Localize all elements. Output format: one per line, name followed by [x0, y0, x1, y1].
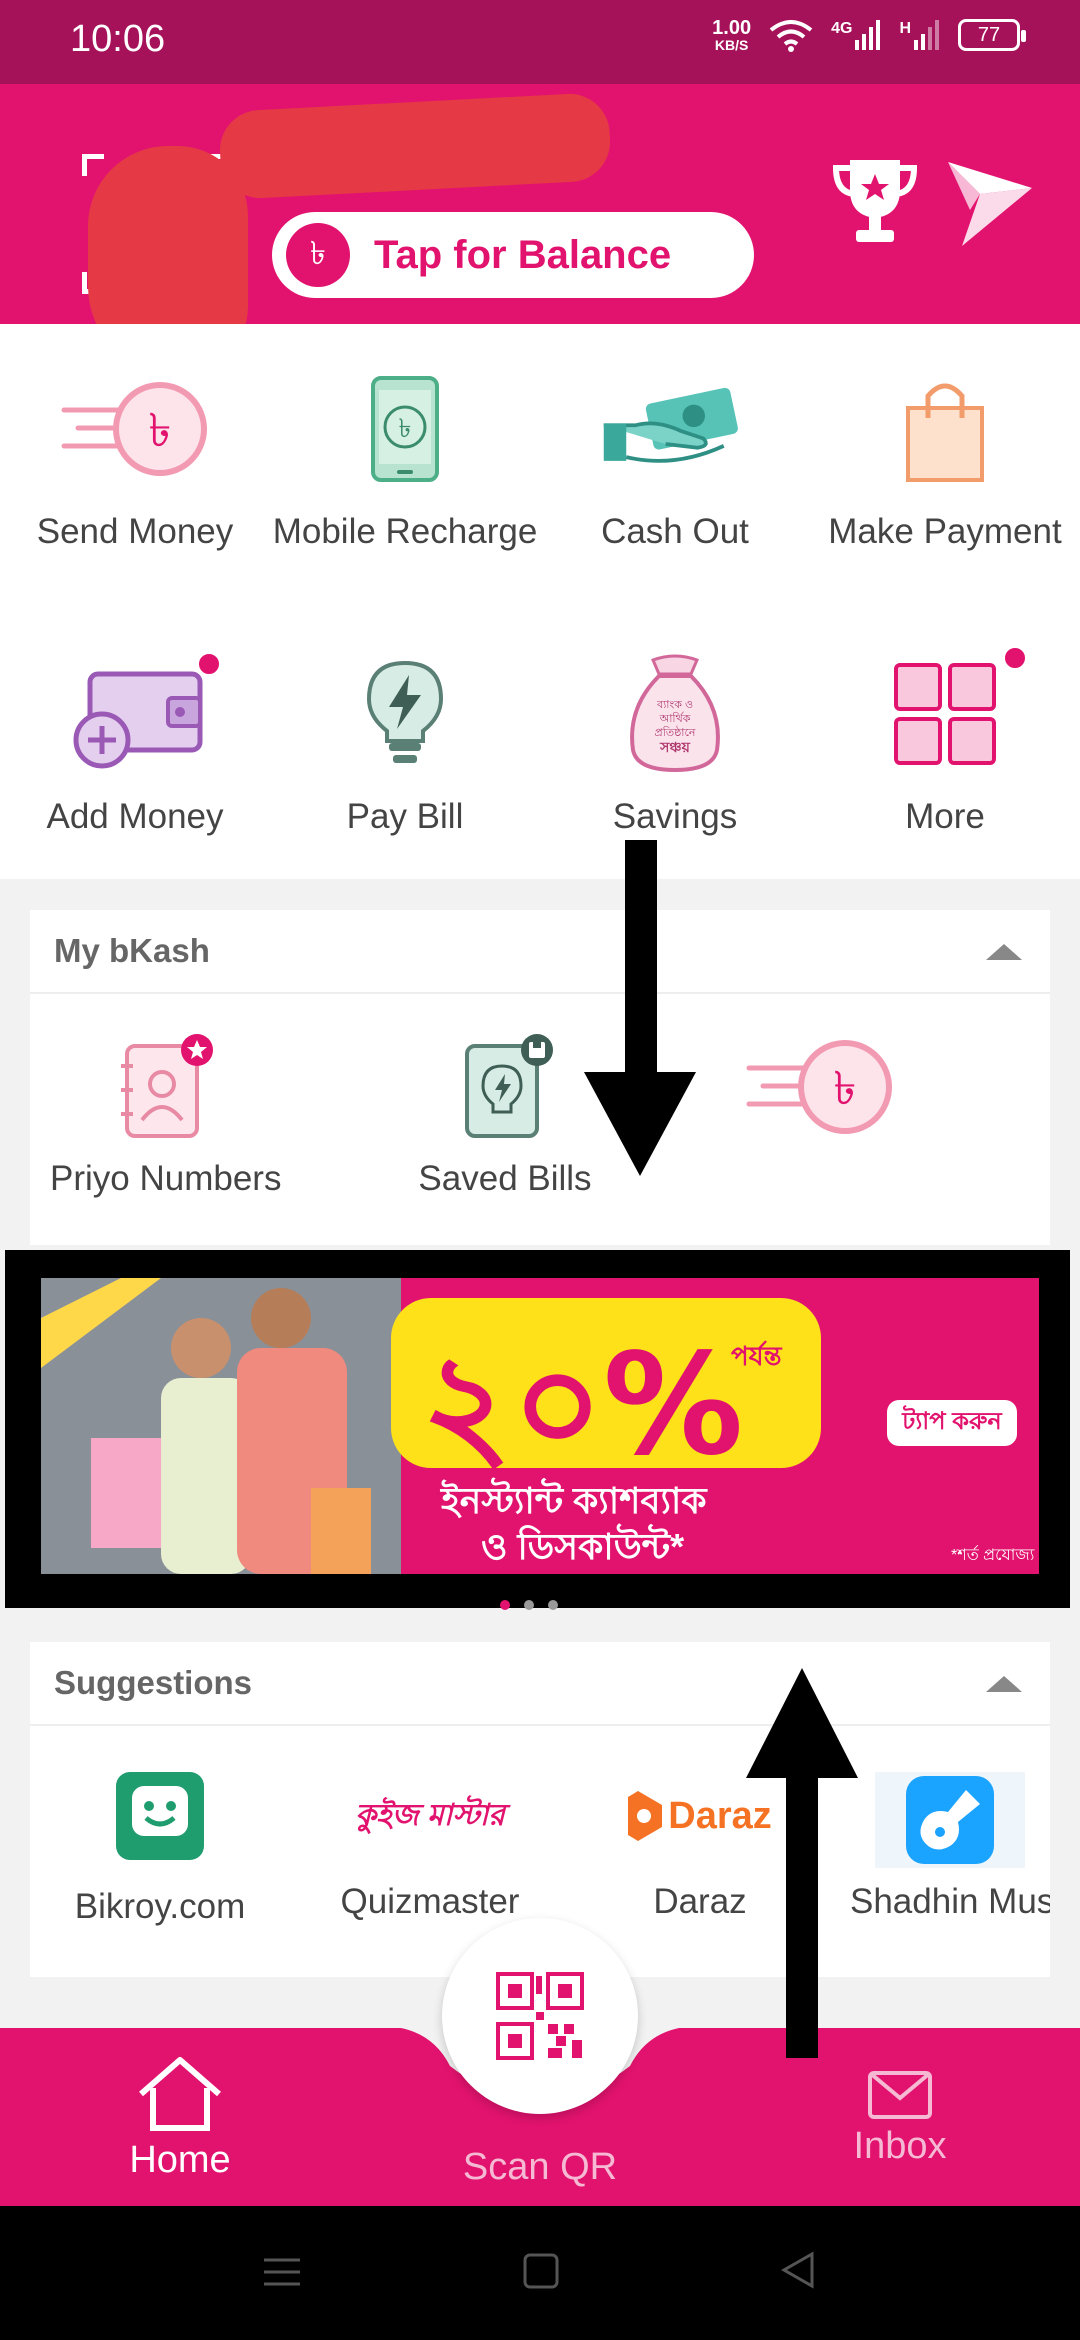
pay-bill-button[interactable]: Pay Bill	[270, 649, 540, 837]
svg-text:ব্যাংক ও: ব্যাংক ও	[656, 699, 693, 711]
my-bkash-header[interactable]: My bKash	[30, 910, 1050, 994]
status-icons: 1.00 KB/S 4G H 77	[712, 17, 1026, 53]
status-bar: 10:06 1.00 KB/S 4G H 77	[0, 0, 1080, 84]
svg-text:প্রতিষ্ঠানে: প্রতিষ্ঠানে	[655, 726, 696, 739]
redaction-mark-name	[217, 91, 613, 201]
wifi-icon	[769, 20, 813, 52]
tap-for-balance-button[interactable]: ৳ Tap for Balance	[272, 212, 754, 298]
pager-dot	[548, 1600, 558, 1610]
bkash-bird-icon[interactable]	[940, 150, 1040, 250]
app-header: ৳ Tap for Balance	[0, 84, 1080, 376]
notification-dot	[1002, 645, 1028, 671]
send-money-icon: ৳	[61, 382, 207, 476]
make-payment-button[interactable]: Make Payment	[810, 364, 1080, 552]
savings-bag-icon: ব্যাংক ও আর্থিক প্রতিষ্ঠানে সঞ্চয়	[630, 654, 720, 773]
network-speed: 1.00 KB/S	[712, 17, 752, 53]
bulb-icon	[366, 660, 444, 763]
collapse-caret-icon[interactable]	[986, 944, 1022, 960]
banner-line2: ও ডিসকাউন্ট*	[481, 1526, 685, 1567]
scan-qr-label: Scan QR	[462, 2146, 618, 2188]
shopping-bag-icon	[906, 383, 984, 482]
promo-banner[interactable]: ২০% পর্যন্ত ইনস্ট্যান্ট ক্যাশব্যাক ও ডিস…	[41, 1278, 1039, 1574]
contact-star-icon	[121, 1034, 213, 1138]
grid-icon	[894, 663, 996, 765]
send-money-shortcut[interactable]: ৳	[720, 1032, 920, 1159]
saved-bill-icon	[465, 1034, 553, 1138]
notification-dot	[196, 651, 222, 677]
savings-button[interactable]: ব্যাংক ও আর্থিক প্রতিষ্ঠানে সঞ্চয় Savin…	[540, 649, 810, 837]
collapse-caret-icon[interactable]	[986, 1676, 1022, 1692]
mail-icon	[868, 2071, 932, 2119]
suggestion-quizmaster[interactable]: কুইজ মাস্টার Quizmaster	[320, 1772, 540, 1922]
trophy-icon[interactable]	[830, 150, 920, 250]
arrow-down-icon	[584, 840, 696, 1176]
shoppers-illustration	[41, 1278, 401, 1574]
svg-text:আর্থিক: আর্থিক	[659, 712, 691, 725]
signal-h: H	[899, 20, 940, 50]
signal-bars-icon	[855, 20, 881, 50]
more-button[interactable]: More	[810, 645, 1080, 837]
quick-actions-grid: ৳ Send Money ৳ Mobile Recharge Cash Out …	[0, 324, 1080, 879]
banner-tap-button[interactable]: ট্যাপ করুন	[887, 1400, 1017, 1446]
signal-4g: 4G	[831, 20, 881, 50]
system-navigation-bar	[0, 2206, 1080, 2340]
balance-label: Tap for Balance	[374, 232, 672, 277]
svg-text:সঞ্চয়: সঞ্চয়	[659, 739, 690, 755]
add-money-button[interactable]: Add Money	[0, 649, 270, 837]
send-money-button[interactable]: ৳ Send Money	[0, 364, 270, 552]
quizmaster-logo: কুইজ মাস্টার	[355, 1798, 505, 1832]
svg-text:৳: ৳	[834, 1061, 857, 1115]
qr-code-icon	[496, 1972, 584, 2060]
suggestions-header[interactable]: Suggestions	[30, 1642, 1050, 1726]
pager-dot	[524, 1600, 534, 1610]
nav-home[interactable]: Home	[100, 2054, 260, 2182]
guitar-icon	[906, 1776, 994, 1864]
banner-photo	[41, 1278, 401, 1574]
send-money-icon: ৳	[746, 1040, 892, 1134]
wallet-add-icon	[73, 671, 203, 769]
bikroy-icon	[116, 1772, 204, 1860]
battery-indicator: 77	[958, 19, 1026, 51]
suggestion-shadhin[interactable]: Shadhin Music	[850, 1772, 1050, 1922]
back-triangle-icon[interactable]	[778, 2250, 818, 2290]
daraz-mark-icon	[628, 1791, 663, 1841]
clock: 10:06	[70, 18, 166, 60]
menu-icon[interactable]	[262, 2252, 302, 2292]
banner-terms: *শর্ত প্রযোজ্য	[951, 1547, 1035, 1564]
svg-text:৳: ৳	[399, 414, 412, 444]
home-square-icon[interactable]	[522, 2252, 560, 2290]
promo-banner-frame: ২০% পর্যন্ত ইনস্ট্যান্ট ক্যাশব্যাক ও ডিস…	[5, 1250, 1070, 1608]
banner-pager	[500, 1600, 558, 1610]
svg-text:৳: ৳	[149, 403, 172, 457]
nav-inbox[interactable]: Inbox	[820, 2070, 980, 2168]
banner-upto: পর্যন্ত	[731, 1341, 782, 1371]
pager-dot-active	[500, 1600, 510, 1610]
priyo-numbers-button[interactable]: Priyo Numbers	[50, 1032, 281, 1199]
cash-out-button[interactable]: Cash Out	[540, 364, 810, 552]
taka-icon: ৳	[286, 223, 350, 287]
scan-qr-button[interactable]	[442, 1918, 638, 2114]
arrow-up-icon	[746, 1668, 858, 2058]
my-bkash-card: My bKash Priyo Numbers Saved Bills ৳	[30, 910, 1050, 1245]
mobile-recharge-icon: ৳	[371, 376, 439, 482]
home-icon	[139, 2057, 221, 2131]
suggestion-bikroy[interactable]: Bikroy.com	[50, 1772, 270, 1927]
mobile-recharge-button[interactable]: ৳ Mobile Recharge	[270, 364, 540, 552]
cash-out-icon	[603, 387, 738, 463]
signal-bars-weak-icon	[914, 20, 939, 50]
